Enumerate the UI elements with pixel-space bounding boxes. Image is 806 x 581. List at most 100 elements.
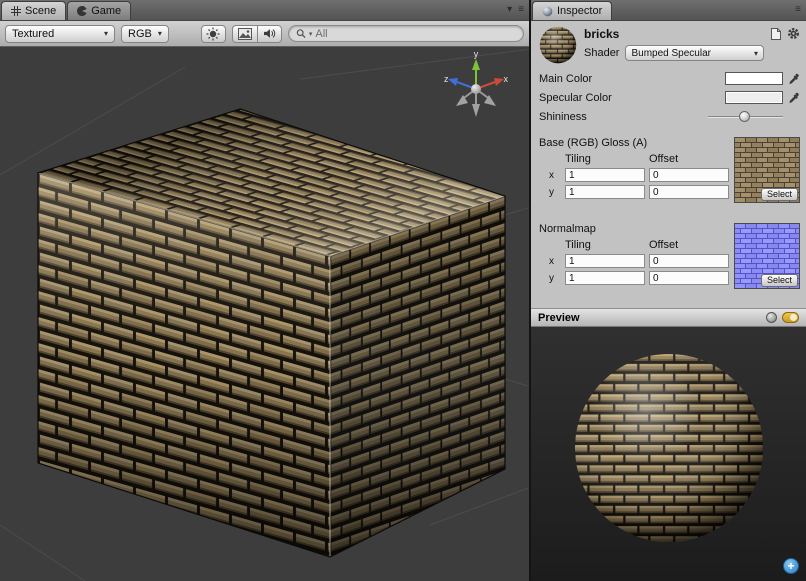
speaker-icon [263, 28, 276, 39]
shader-row: Shader Bumped Specular ▾ [584, 45, 764, 61]
scene-viewport[interactable]: y x z [0, 47, 529, 581]
scene-render [0, 47, 529, 581]
base-map-thumbnail[interactable]: Select [734, 137, 800, 203]
normal-map-thumbnail[interactable]: Select [734, 223, 800, 289]
unity-editor-window: Scene Game ▾ ≡ Textured ▾ RGB ▾ [0, 0, 806, 581]
scene-tabstrip: Scene Game ▾ ≡ [0, 0, 529, 21]
shininess-slider-thumb[interactable] [739, 111, 750, 122]
main-color-row: Main Color [531, 69, 806, 88]
shininess-label: Shininess [539, 111, 708, 123]
scene-search[interactable]: ▾ [288, 25, 524, 42]
draw-mode-value: Textured [12, 28, 54, 40]
normal-x-label: x [549, 256, 561, 267]
gizmo-y-axis[interactable] [472, 59, 480, 70]
lighting-toggle-button[interactable] [201, 25, 226, 43]
shader-value: Bumped Specular [631, 48, 711, 59]
inspector-strip-icons: ≡ [795, 4, 801, 16]
normal-y-label: y [549, 273, 561, 284]
panel-menu-icon[interactable]: ≡ [518, 4, 524, 16]
inspector-tabstrip: Inspector ≡ [531, 0, 806, 21]
material-info: bricks Shader Bumped Specular ▾ [584, 26, 764, 61]
gizmo-x-axis[interactable] [494, 78, 504, 86]
image-icon [238, 28, 252, 40]
preview-sphere [574, 353, 764, 543]
tab-inspector-label: Inspector [557, 5, 602, 17]
base-tiling-header: Tiling [565, 153, 645, 165]
panel-dropdown-icon[interactable]: ▾ [507, 4, 512, 16]
scene-toolbar: Textured ▾ RGB ▾ ▾ [0, 21, 529, 47]
main-color-label: Main Color [539, 73, 725, 85]
scene-strip-icons: ▾ ≡ [507, 4, 524, 16]
gizmo-z-axis[interactable] [448, 78, 458, 86]
scene-grid-icon [11, 6, 21, 16]
search-filter-caret-icon[interactable]: ▾ [309, 30, 313, 38]
normal-tiling-x-input[interactable] [565, 254, 645, 268]
skybox-toggle-button[interactable] [232, 25, 257, 43]
base-map-select-button[interactable]: Select [761, 188, 798, 201]
base-offset-header: Offset [649, 153, 729, 165]
render-channel-value: RGB [128, 28, 152, 40]
normal-tiling-header: Tiling [565, 239, 645, 251]
specular-color-eyedropper[interactable] [787, 91, 800, 104]
material-name: bricks [584, 27, 764, 41]
inspector-menu-icon[interactable]: ≡ [795, 4, 801, 16]
preview-title: Preview [538, 312, 580, 324]
inspector-orb-icon [542, 6, 553, 17]
scene-view-toggles [232, 25, 282, 43]
normal-offset-header: Offset [649, 239, 729, 251]
material-sphere-thumbnail[interactable] [539, 26, 577, 64]
eyedropper-icon [788, 73, 800, 85]
search-icon [296, 28, 306, 39]
chevron-down-icon: ▾ [754, 49, 758, 58]
preview-light-toggle[interactable] [782, 312, 799, 323]
preview-area[interactable]: + [531, 327, 806, 581]
tab-scene[interactable]: Scene [1, 1, 66, 20]
shininess-row: Shininess [531, 107, 806, 126]
game-icon [77, 6, 87, 16]
normal-offset-y-input[interactable] [649, 271, 729, 285]
sun-icon [206, 27, 220, 41]
gizmo-x-label: x [504, 74, 509, 84]
base-x-label: x [549, 170, 561, 181]
base-offset-x-input[interactable] [649, 168, 729, 182]
specular-color-swatch[interactable] [725, 91, 783, 104]
inspector-panel: Inspector ≡ [531, 0, 806, 581]
tab-game-label: Game [91, 5, 121, 17]
audio-toggle-button[interactable] [257, 25, 282, 43]
material-header-icons [771, 27, 800, 40]
preview-header-buttons [766, 312, 799, 323]
draw-mode-dropdown[interactable]: Textured ▾ [5, 25, 115, 43]
render-channel-dropdown[interactable]: RGB ▾ [121, 25, 169, 43]
preview-add-button[interactable]: + [783, 558, 799, 574]
chevron-down-icon: ▾ [158, 29, 162, 38]
scene-panel: Scene Game ▾ ≡ Textured ▾ RGB ▾ [0, 0, 531, 581]
normal-map-select-button[interactable]: Select [761, 274, 798, 287]
main-color-swatch[interactable] [725, 72, 783, 85]
tab-game[interactable]: Game [67, 1, 131, 20]
gear-icon[interactable] [787, 27, 800, 40]
orientation-gizmo[interactable]: y x z [443, 49, 509, 121]
base-map-section: Base (RGB) Gloss (A) Tiling Offset x y [531, 135, 806, 209]
main-color-eyedropper[interactable] [787, 72, 800, 85]
doc-icon[interactable] [771, 28, 781, 40]
tab-inspector[interactable]: Inspector [532, 1, 612, 20]
preview-header[interactable]: Preview [531, 308, 806, 327]
specular-color-row: Specular Color [531, 88, 806, 107]
tab-scene-label: Scene [25, 5, 56, 17]
normal-offset-x-input[interactable] [649, 254, 729, 268]
normal-map-section: Normalmap Tiling Offset x y [531, 221, 806, 295]
gizmo-y-label: y [474, 49, 479, 59]
base-tiling-y-input[interactable] [565, 185, 645, 199]
shader-label: Shader [584, 47, 619, 59]
chevron-down-icon: ▾ [104, 29, 108, 38]
specular-color-label: Specular Color [539, 92, 725, 104]
preview-sphere-button[interactable] [766, 312, 777, 323]
base-offset-y-input[interactable] [649, 185, 729, 199]
normal-tiling-y-input[interactable] [565, 271, 645, 285]
eyedropper-icon [788, 92, 800, 104]
search-input[interactable] [315, 28, 516, 40]
base-y-label: y [549, 187, 561, 198]
shininess-slider[interactable] [708, 110, 783, 123]
base-tiling-x-input[interactable] [565, 168, 645, 182]
shader-dropdown[interactable]: Bumped Specular ▾ [625, 45, 764, 61]
